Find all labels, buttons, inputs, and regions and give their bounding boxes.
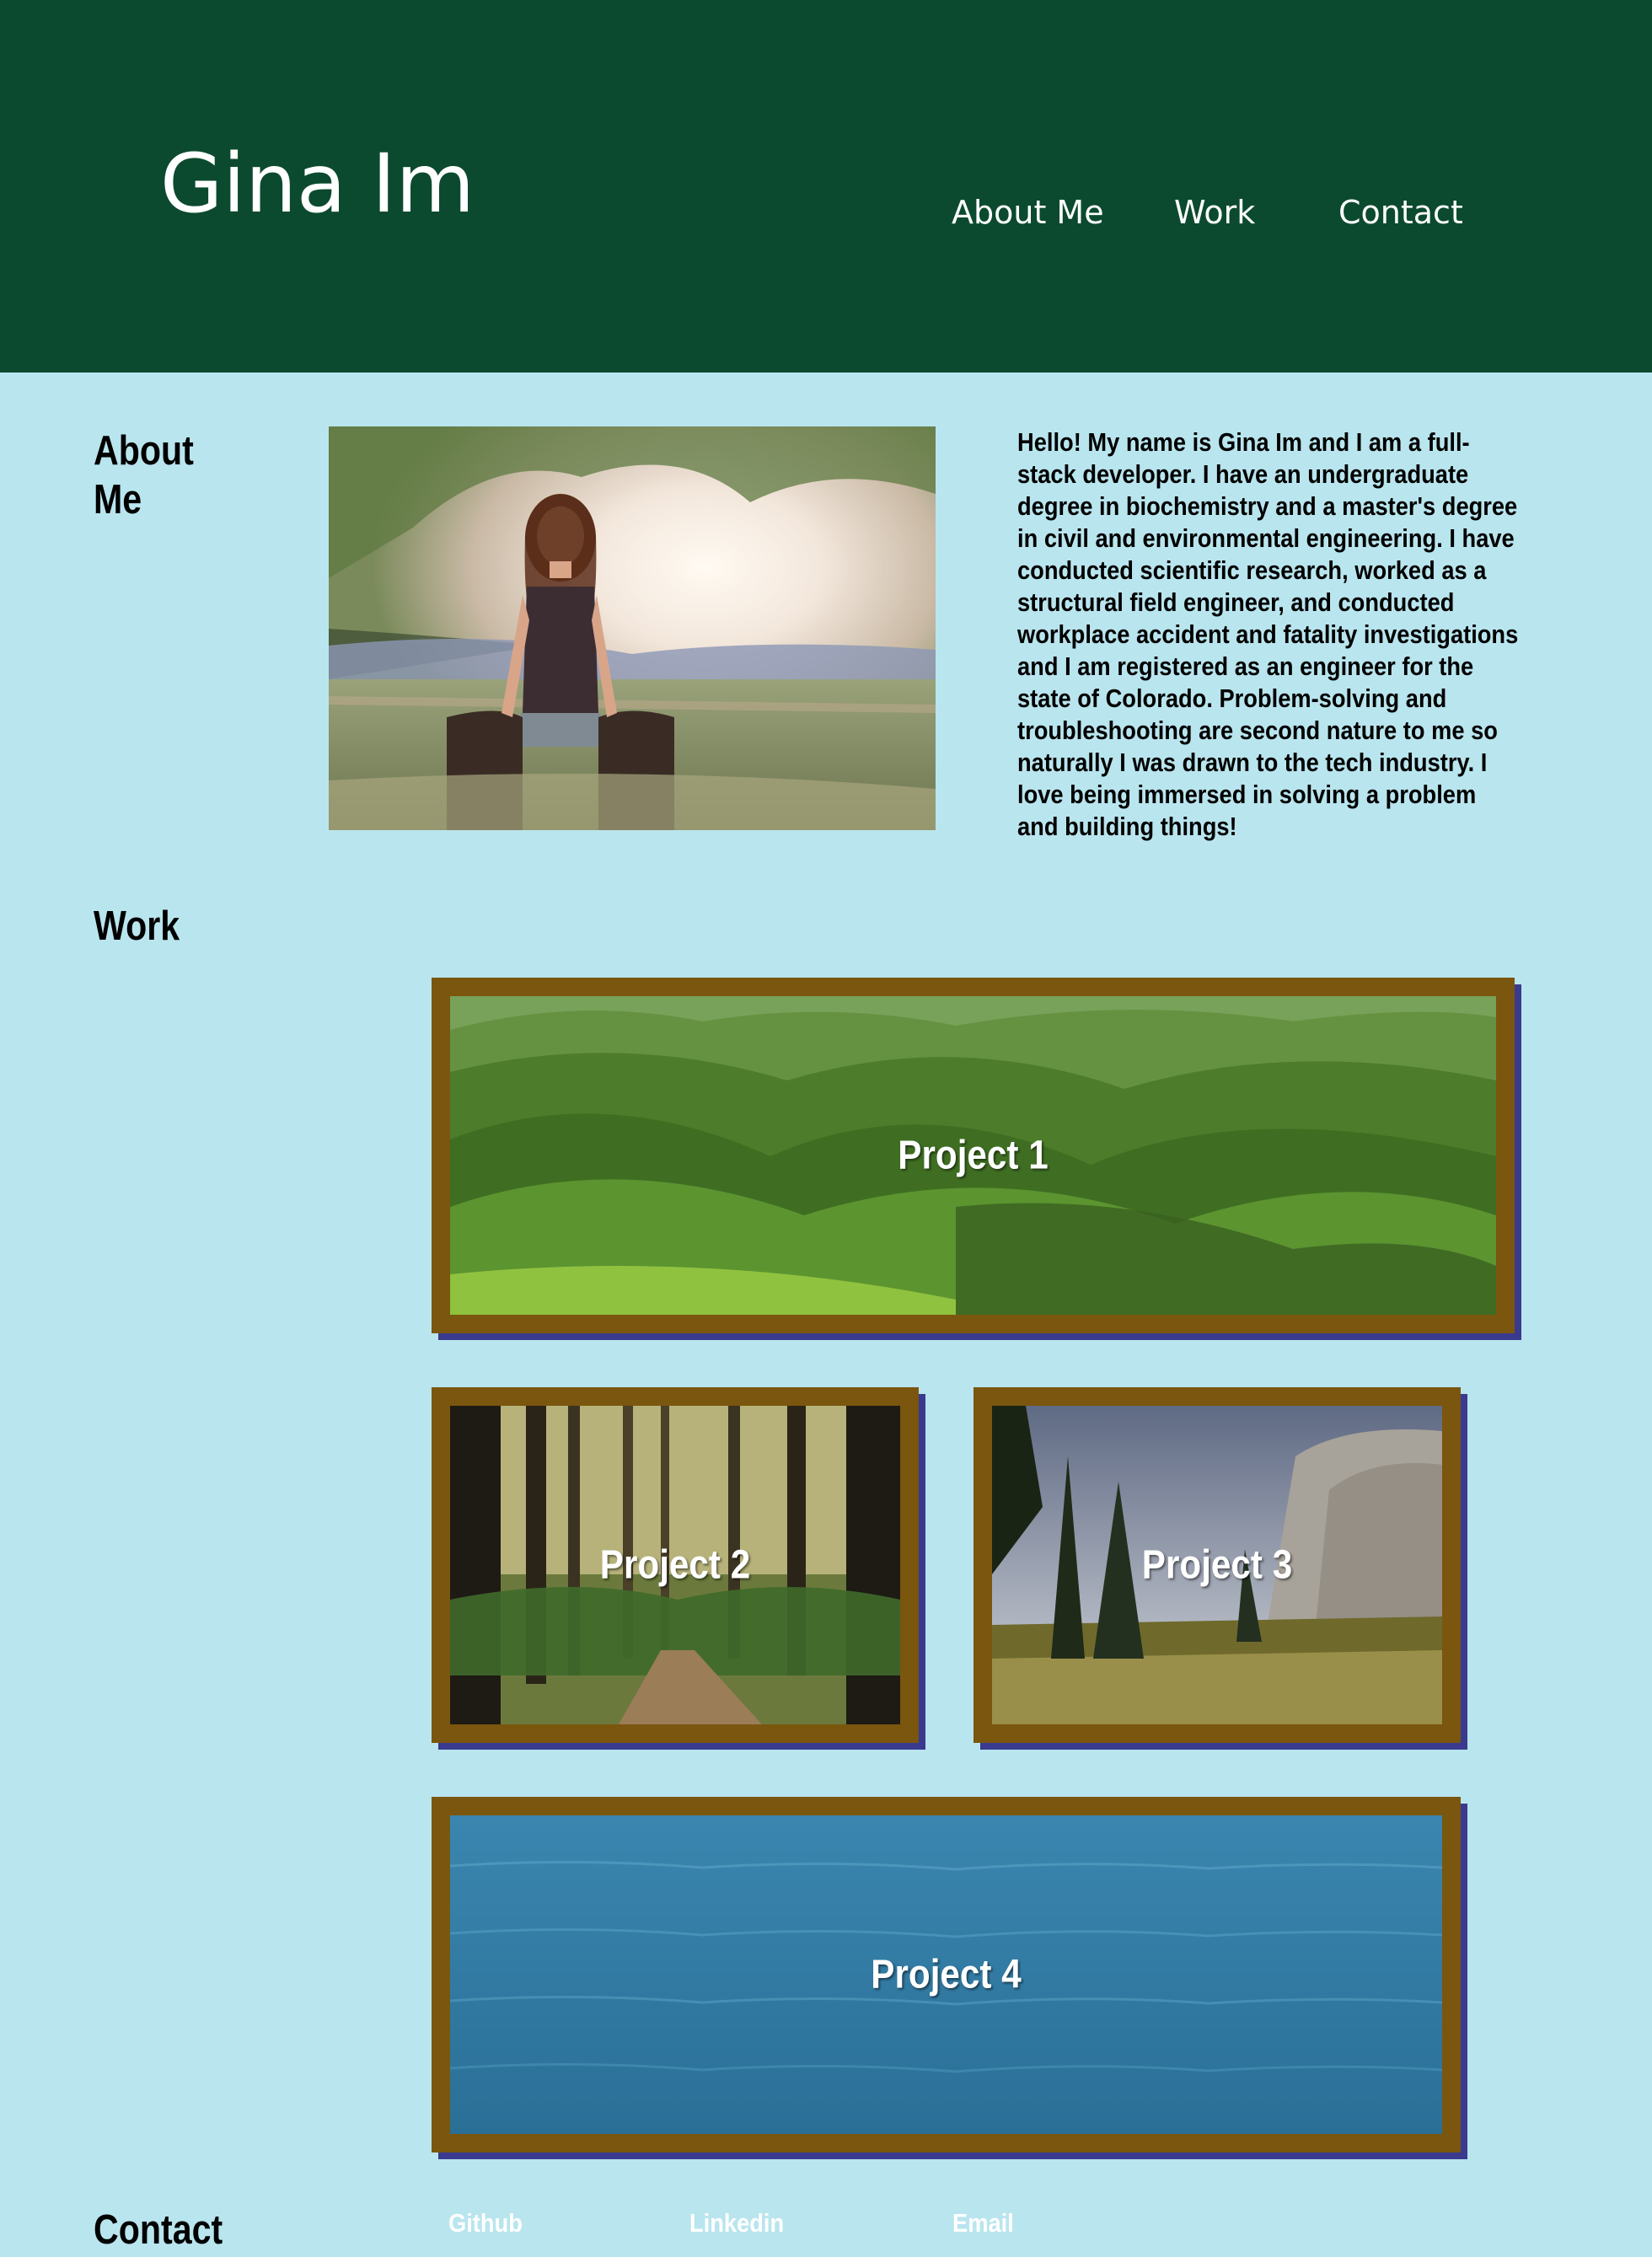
contact-heading: Contact: [94, 2207, 223, 2253]
project-card-3[interactable]: Project 3: [974, 1387, 1461, 1743]
about-heading-line1: About: [94, 428, 194, 474]
nav-about-me[interactable]: About Me: [952, 195, 1104, 231]
project-card-1[interactable]: Project 1: [432, 978, 1515, 1333]
project-image-green-hills: Project 1: [450, 996, 1496, 1315]
project-label-1: Project 1: [898, 1133, 1049, 1178]
project-image-forest-path: Project 2: [450, 1406, 900, 1724]
contact-link-email[interactable]: Email: [952, 2206, 1014, 2240]
project-label-4: Project 4: [871, 1952, 1022, 1997]
bio-paragraph: Hello! My name is Gina Im and I am a ful…: [1017, 427, 1519, 841]
project-card-2[interactable]: Project 2: [432, 1387, 919, 1743]
nav-work[interactable]: Work: [1174, 195, 1255, 231]
project-card-4[interactable]: Project 4: [432, 1797, 1461, 2152]
project-image-ocean-water: Project 4: [450, 1815, 1442, 2134]
nav-contact[interactable]: Contact: [1338, 195, 1463, 231]
work-heading: Work: [94, 903, 180, 949]
portrait-photo: [329, 426, 936, 830]
project-image-mountain-cliff: Project 3: [992, 1406, 1442, 1724]
bio-text: Hello! My name is Gina Im and I am a ful…: [1017, 426, 1518, 843]
about-heading-line2: Me: [94, 477, 142, 523]
contact-link-linkedin[interactable]: Linkedin: [689, 2206, 784, 2240]
about-heading: About Me: [94, 426, 194, 524]
project-label-2: Project 2: [599, 1542, 751, 1588]
site-title: Gina Im: [160, 137, 475, 231]
project-label-3: Project 3: [1141, 1542, 1293, 1588]
site-header: Gina Im About Me Work Contact: [0, 0, 1652, 373]
contact-link-github[interactable]: Github: [448, 2206, 523, 2240]
